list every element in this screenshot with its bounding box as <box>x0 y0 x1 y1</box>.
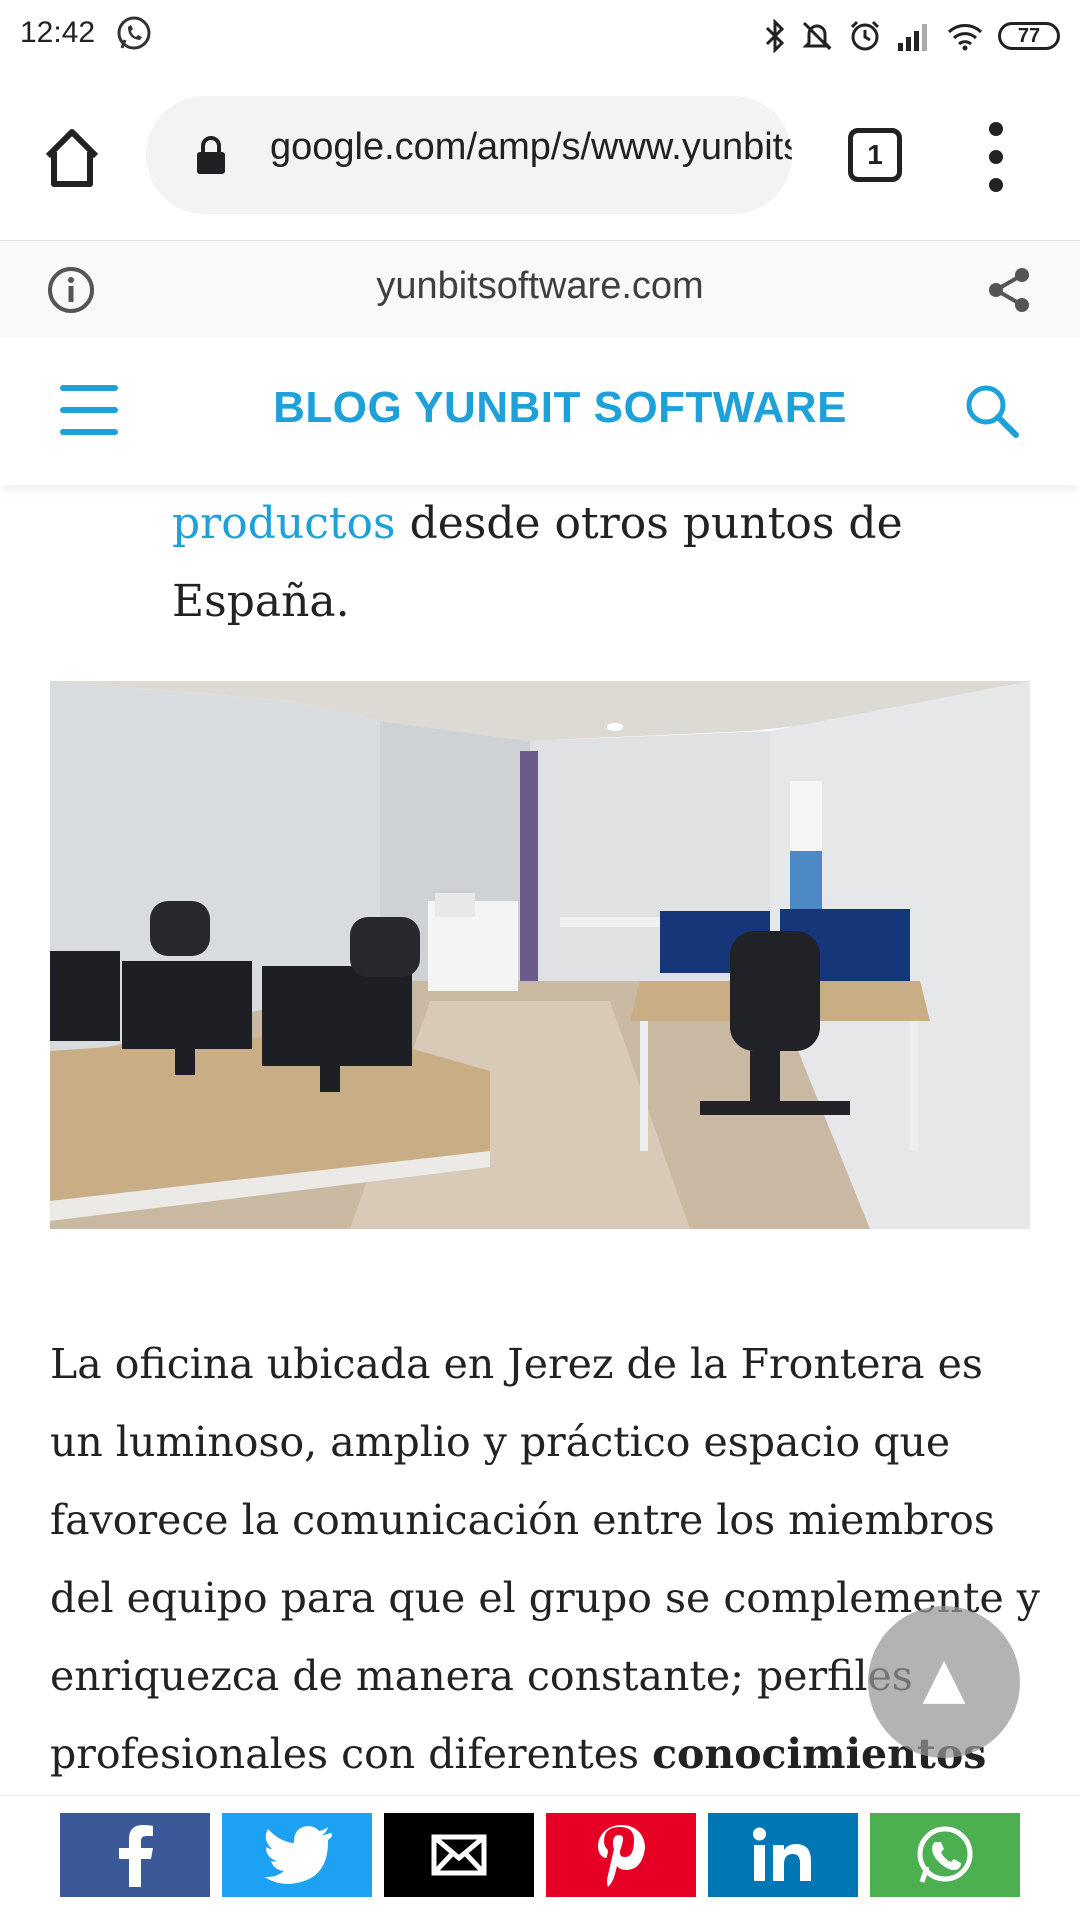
bluetooth-icon <box>765 19 785 53</box>
article-content: productos desde otros puntos de España. <box>0 485 1080 1795</box>
social-share-bar <box>0 1795 1080 1921</box>
twitter-icon <box>264 1826 332 1884</box>
mute-icon <box>802 21 832 51</box>
pinterest-share-button[interactable] <box>546 1813 696 1897</box>
email-icon <box>431 1834 487 1876</box>
share-icon[interactable] <box>984 265 1034 315</box>
paragraph-text: desde otros puntos de <box>395 498 903 549</box>
productos-link[interactable]: productos <box>172 498 396 549</box>
menu-dot-icon <box>989 178 1003 192</box>
facebook-share-button[interactable] <box>60 1813 210 1897</box>
wifi-icon <box>947 24 983 51</box>
tab-switcher-button[interactable]: 1 <box>848 128 902 182</box>
twitter-share-button[interactable] <box>222 1813 372 1897</box>
menu-dot-icon <box>989 122 1003 136</box>
signal-icon <box>898 24 927 51</box>
pinterest-icon <box>598 1825 645 1887</box>
search-icon[interactable] <box>964 383 1020 439</box>
home-button[interactable] <box>38 124 106 192</box>
whatsapp-icon <box>917 1826 973 1883</box>
whatsapp-share-button[interactable] <box>870 1813 1020 1897</box>
linkedin-share-button[interactable] <box>708 1813 858 1897</box>
article-paragraph-top: productos desde otros puntos de España. <box>172 485 1022 641</box>
status-icons: 77 <box>764 14 1060 58</box>
site-title[interactable]: BLOG YUNBIT SOFTWARE <box>0 383 1080 433</box>
battery-level: 77 <box>1017 24 1041 47</box>
office-photo <box>50 681 1030 1229</box>
up-arrow-icon: ▲ <box>922 1646 966 1711</box>
url-bar[interactable]: google.com/amp/s/www.yunbitsoftware.com <box>146 96 792 214</box>
whatsapp-notification-icon <box>114 14 154 54</box>
amp-header-bar: yunbitsoftware.com <box>0 240 1080 337</box>
site-header: BLOG YUNBIT SOFTWARE <box>0 337 1080 485</box>
browser-toolbar: google.com/amp/s/www.yunbitsoftware.com … <box>0 74 1080 240</box>
facebook-icon <box>119 1825 153 1887</box>
amp-domain[interactable]: yunbitsoftware.com <box>0 265 1080 308</box>
overflow-menu-button[interactable] <box>976 122 1016 192</box>
lock-icon <box>197 136 225 174</box>
tab-count: 1 <box>867 139 883 170</box>
paragraph-text: España. <box>172 576 350 627</box>
battery-icon: 77 <box>998 22 1060 50</box>
status-time: 12:42 <box>20 16 96 49</box>
alarm-icon <box>850 20 880 51</box>
home-icon <box>45 129 99 187</box>
email-share-button[interactable] <box>384 1813 534 1897</box>
status-bar: 12:42 77 <box>0 0 1080 74</box>
menu-dot-icon <box>989 150 1003 164</box>
scroll-to-top-button[interactable]: ▲ <box>868 1606 1020 1758</box>
linkedin-icon <box>753 1827 811 1881</box>
url-text: google.com/amp/s/www.yunbitsoftware.com <box>270 126 792 168</box>
